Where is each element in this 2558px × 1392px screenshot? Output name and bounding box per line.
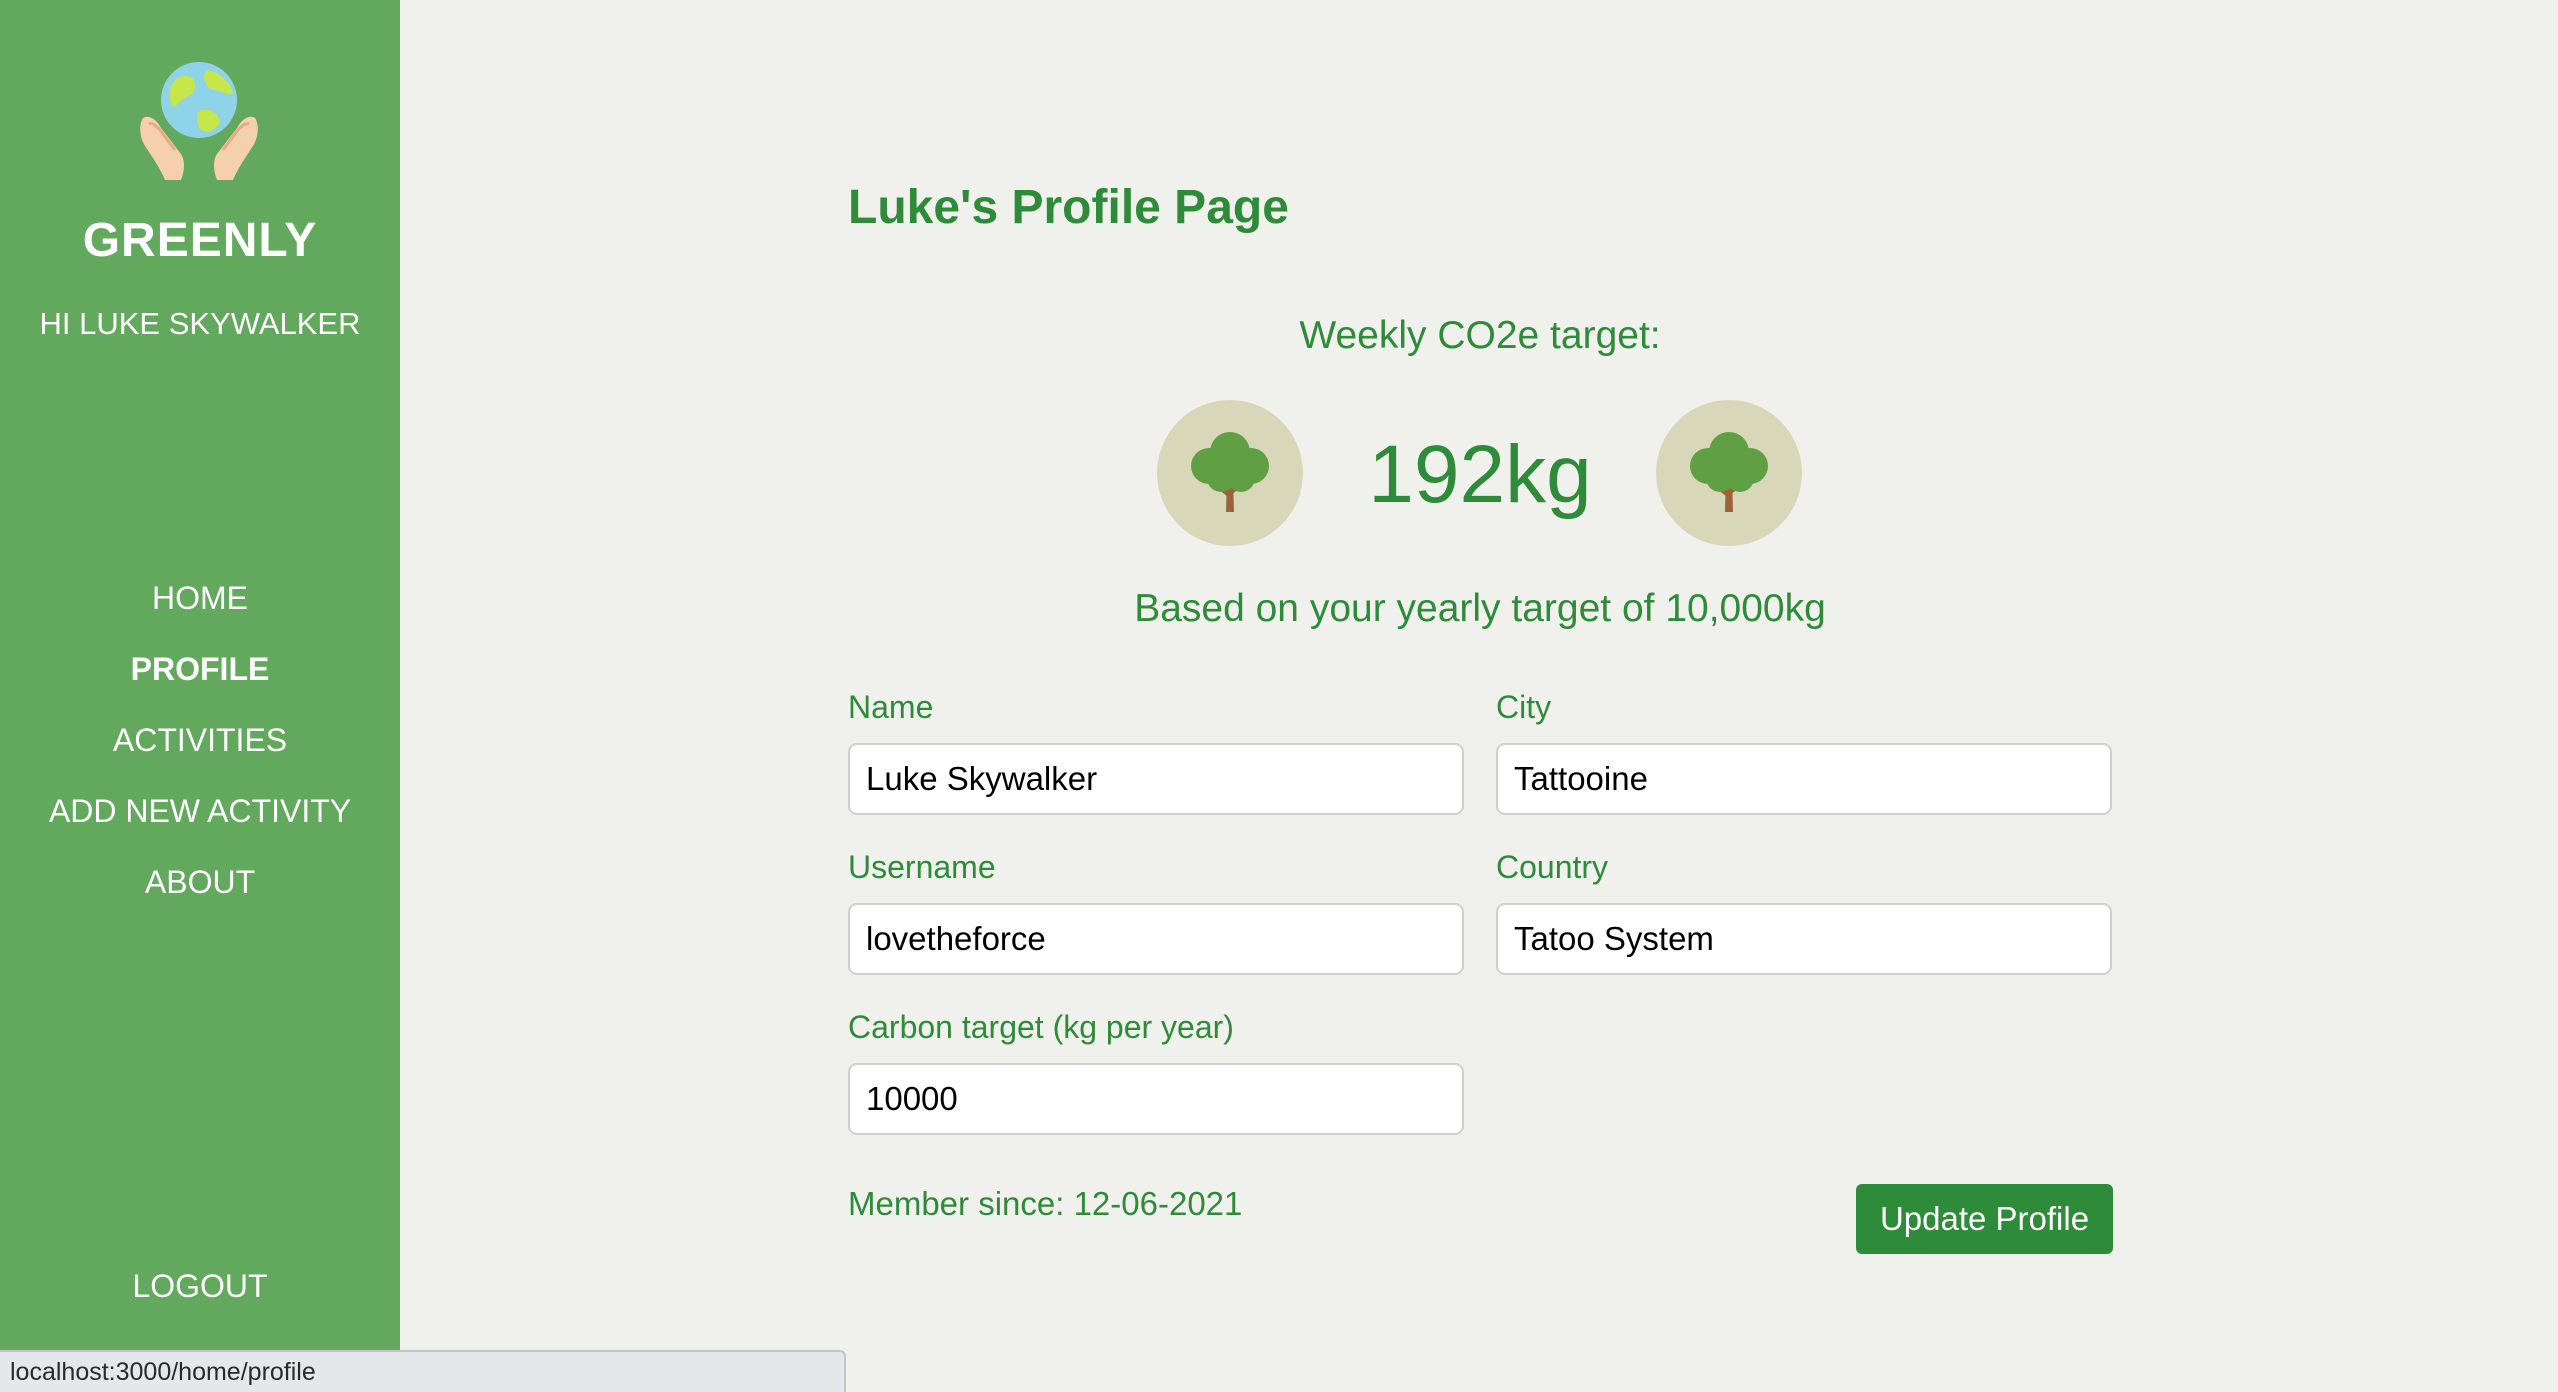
nav-item-activities[interactable]: ACTIVITIES bbox=[0, 722, 400, 759]
tree-icon bbox=[1656, 400, 1802, 546]
nav-item-about[interactable]: ABOUT bbox=[0, 864, 400, 901]
yearly-target-note: Based on your yearly target of 10,000kg bbox=[1134, 587, 1826, 630]
update-profile-button[interactable]: Update Profile bbox=[1856, 1184, 2113, 1254]
nav-item-profile[interactable]: PROFILE bbox=[0, 651, 400, 688]
carbon-target-field[interactable] bbox=[848, 1063, 1464, 1135]
nav-item-home[interactable]: HOME bbox=[0, 580, 400, 617]
city-field[interactable] bbox=[1496, 743, 2112, 815]
username-field[interactable] bbox=[848, 903, 1464, 975]
member-since-text: Member since: 12-06-2021 bbox=[848, 1185, 1243, 1222]
country-field[interactable] bbox=[1496, 903, 2112, 975]
carbon-target-label: Carbon target (kg per year) bbox=[848, 1009, 1234, 1045]
username-label: Username bbox=[848, 849, 996, 885]
sidebar: GREENLY HI LUKE SKYWALKER HOME PROFILE A… bbox=[0, 0, 400, 1392]
earth-in-hands-icon bbox=[135, 58, 263, 182]
nav-item-add-new-activity[interactable]: ADD NEW ACTIVITY bbox=[0, 793, 400, 830]
city-label: City bbox=[1496, 689, 1552, 725]
brand-name: GREENLY bbox=[82, 214, 318, 267]
main-content bbox=[400, 0, 2558, 1392]
name-field[interactable] bbox=[848, 743, 1464, 815]
name-label: Name bbox=[848, 689, 934, 725]
weekly-target-value: 192kg bbox=[1368, 429, 1592, 520]
tree-icon bbox=[1157, 400, 1303, 546]
country-label: Country bbox=[1496, 849, 1609, 885]
user-greeting: HI LUKE SKYWALKER bbox=[39, 306, 361, 341]
logout-link[interactable]: LOGOUT bbox=[0, 1268, 400, 1305]
status-bar-url: localhost:3000/home/profile bbox=[0, 1350, 846, 1392]
weekly-target-label: Weekly CO2e target: bbox=[1299, 314, 1661, 357]
page-title: Luke's Profile Page bbox=[848, 181, 1289, 234]
